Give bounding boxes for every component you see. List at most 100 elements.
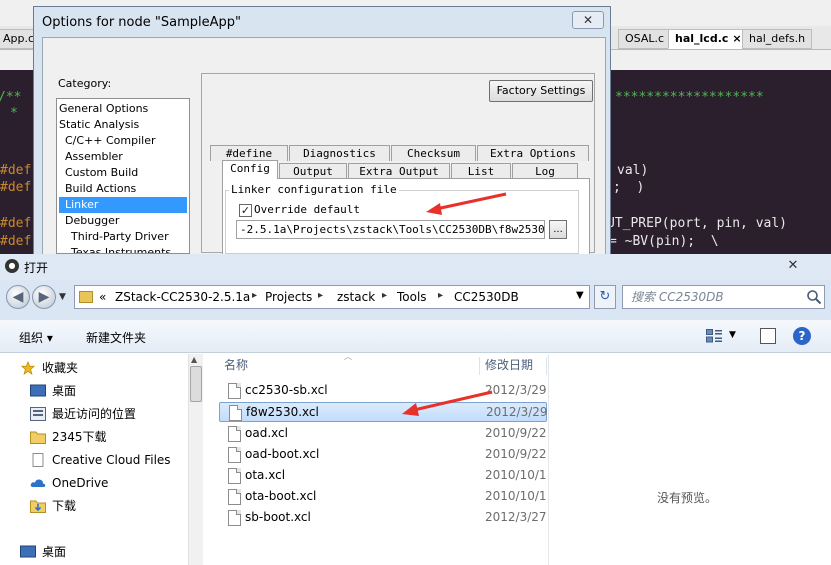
document-icon	[32, 453, 44, 467]
file-date: 2010/9/22	[485, 426, 547, 440]
linker-config-path-field[interactable]: -2.5.1a\Projects\zstack\Tools\CC2530DB\f…	[236, 220, 545, 239]
file-row[interactable]: oad-boot.xcl 2010/9/22	[219, 445, 547, 465]
nav-label: 桌面	[42, 545, 67, 559]
cloud-icon	[30, 479, 46, 487]
code-fragment: #def	[0, 234, 32, 249]
forward-button[interactable]: ▶	[32, 285, 56, 309]
ide-tab-osal-c[interactable]: OSAL.c	[618, 29, 672, 49]
category-item[interactable]: Assembler	[65, 149, 123, 165]
close-icon[interactable]: ✕	[783, 257, 803, 275]
ide-tab-label: OSAL.c	[625, 32, 665, 45]
factory-settings-button[interactable]: Factory Settings	[489, 80, 593, 102]
code-fragment: UT_PREP(port, pin, val)	[607, 216, 788, 231]
search-box[interactable]	[622, 285, 825, 309]
preview-pane: 没有预览。	[548, 354, 831, 565]
nav-label: OneDrive	[52, 476, 109, 490]
navigation-scrollbar[interactable]: ▲	[188, 354, 203, 565]
recent-pages-dropdown-icon[interactable]: ▼	[59, 292, 66, 302]
nav-label: 最近访问的位置	[52, 407, 137, 421]
category-list[interactable]: General Options Static Analysis C/C++ Co…	[56, 98, 190, 254]
ide-tab-label: hal_lcd.c	[675, 32, 729, 45]
open-file-dialog: ● 打开 ✕ ◀ ▶ ▼ « ZStack-CC2530-2.5.1a ▸ Pr…	[0, 254, 831, 565]
navigation-pane: 收藏夹 桌面 最近访问的位置 2345下载 Creative Cloud Fil…	[0, 354, 204, 565]
file-row-selected[interactable]: f8w2530.xcl 2012/3/29	[219, 402, 548, 422]
override-default-label: Override default	[254, 203, 360, 216]
tab-log[interactable]: Log	[512, 163, 578, 179]
address-dropdown-icon[interactable]: ▼	[576, 290, 584, 301]
file-name: ota-boot.xcl	[245, 489, 317, 503]
breadcrumb-item[interactable]: CC2530DB	[454, 290, 519, 304]
desktop-icon	[30, 384, 46, 397]
column-header-date-modified[interactable]: 修改日期	[485, 354, 533, 376]
ide-tab-hal-defs-h[interactable]: hal_defs.h	[742, 29, 813, 49]
category-item[interactable]: Custom Build	[65, 165, 138, 181]
sort-ascending-icon: ︿	[344, 352, 352, 361]
category-item[interactable]: Texas Instruments	[71, 245, 171, 253]
tab-config[interactable]: Config	[222, 160, 278, 179]
breadcrumb-item[interactable]: Tools	[397, 290, 427, 304]
new-folder-button[interactable]: 新建文件夹	[86, 329, 146, 346]
dialog-title-bar: ● 打开 ✕	[0, 254, 831, 280]
preview-pane-icon[interactable]	[760, 328, 776, 344]
file-row[interactable]: cc2530-sb.xcl 2012/3/29	[219, 381, 547, 401]
view-options-icon[interactable]	[706, 329, 722, 343]
file-name: ota.xcl	[245, 468, 286, 482]
category-item[interactable]: Static Analysis	[59, 117, 139, 133]
category-item[interactable]: Third-Party Driver	[71, 229, 169, 245]
breadcrumb-item[interactable]: Projects	[265, 290, 312, 304]
tab-list[interactable]: List	[451, 163, 511, 179]
tab-define[interactable]: #define	[210, 145, 288, 161]
refresh-button[interactable]: ↻	[594, 285, 616, 309]
category-item-linker[interactable]: Linker	[59, 197, 187, 213]
scroll-thumb[interactable]	[190, 366, 202, 402]
address-bar[interactable]: « ZStack-CC2530-2.5.1a ▸ Projects ▸ zsta…	[74, 285, 590, 309]
file-row[interactable]: ota.xcl 2010/10/19	[219, 466, 547, 486]
category-item[interactable]: Build Actions	[65, 181, 136, 197]
tab-output[interactable]: Output	[279, 163, 347, 179]
breadcrumb-separator-icon[interactable]: ▸	[252, 290, 257, 301]
breadcrumb-separator-icon[interactable]: ▸	[318, 290, 323, 301]
file-icon	[228, 510, 241, 526]
address-bar-row: ◀ ▶ ▼ « ZStack-CC2530-2.5.1a ▸ Projects …	[0, 280, 831, 320]
help-icon[interactable]: ?	[793, 327, 811, 345]
breadcrumb-overflow[interactable]: «	[99, 290, 106, 304]
file-row[interactable]: ota-boot.xcl 2010/10/19	[219, 487, 547, 507]
breadcrumb-separator-icon[interactable]: ▸	[438, 290, 443, 301]
search-input[interactable]	[623, 286, 803, 308]
dialog-title: 打开	[24, 261, 49, 275]
close-tab-icon[interactable]: ×	[732, 32, 741, 45]
breadcrumb-item[interactable]: ZStack-CC2530-2.5.1a	[115, 290, 250, 304]
scroll-up-icon[interactable]: ▲	[191, 355, 197, 364]
breadcrumb-item[interactable]: zstack	[337, 290, 375, 304]
file-date: 2012/3/27	[485, 510, 547, 524]
back-button[interactable]: ◀	[6, 285, 30, 309]
breadcrumb-separator-icon[interactable]: ▸	[382, 290, 387, 301]
organize-button[interactable]: 组织 ▾	[19, 329, 53, 346]
column-divider[interactable]	[479, 357, 480, 375]
tab-extra-options[interactable]: Extra Options	[477, 145, 589, 161]
file-date: 2012/3/29	[486, 405, 548, 419]
browse-button[interactable]: ...	[549, 220, 567, 239]
code-fragment: = ~BV(pin); \	[609, 234, 719, 249]
nav-label: 收藏夹	[42, 361, 79, 375]
ide-tab-hal-lcd-c[interactable]: hal_lcd.c ×	[668, 29, 749, 49]
category-item[interactable]: General Options	[59, 101, 148, 117]
tab-checksum[interactable]: Checksum	[391, 145, 476, 161]
column-divider[interactable]	[546, 357, 547, 375]
file-row[interactable]: sb-boot.xcl 2012/3/27	[219, 508, 547, 528]
tab-diagnostics[interactable]: Diagnostics	[289, 145, 390, 161]
close-button[interactable]: ✕	[572, 11, 604, 29]
folder-icon	[30, 431, 46, 444]
column-header-name[interactable]: 名称	[224, 354, 248, 376]
no-preview-text: 没有预览。	[657, 491, 718, 505]
nav-label: 下载	[52, 499, 77, 513]
search-icon[interactable]	[806, 289, 822, 305]
override-default-checkbox[interactable]: ✓	[239, 204, 252, 217]
file-row[interactable]: oad.xcl 2010/9/22	[219, 424, 547, 444]
file-icon	[229, 405, 242, 421]
view-dropdown-icon[interactable]: ▼	[729, 330, 736, 340]
category-item[interactable]: C/C++ Compiler	[65, 133, 156, 149]
category-item[interactable]: Debugger	[65, 213, 119, 229]
tab-extra-output[interactable]: Extra Output	[348, 163, 450, 179]
code-fragment: ; )	[613, 180, 645, 195]
